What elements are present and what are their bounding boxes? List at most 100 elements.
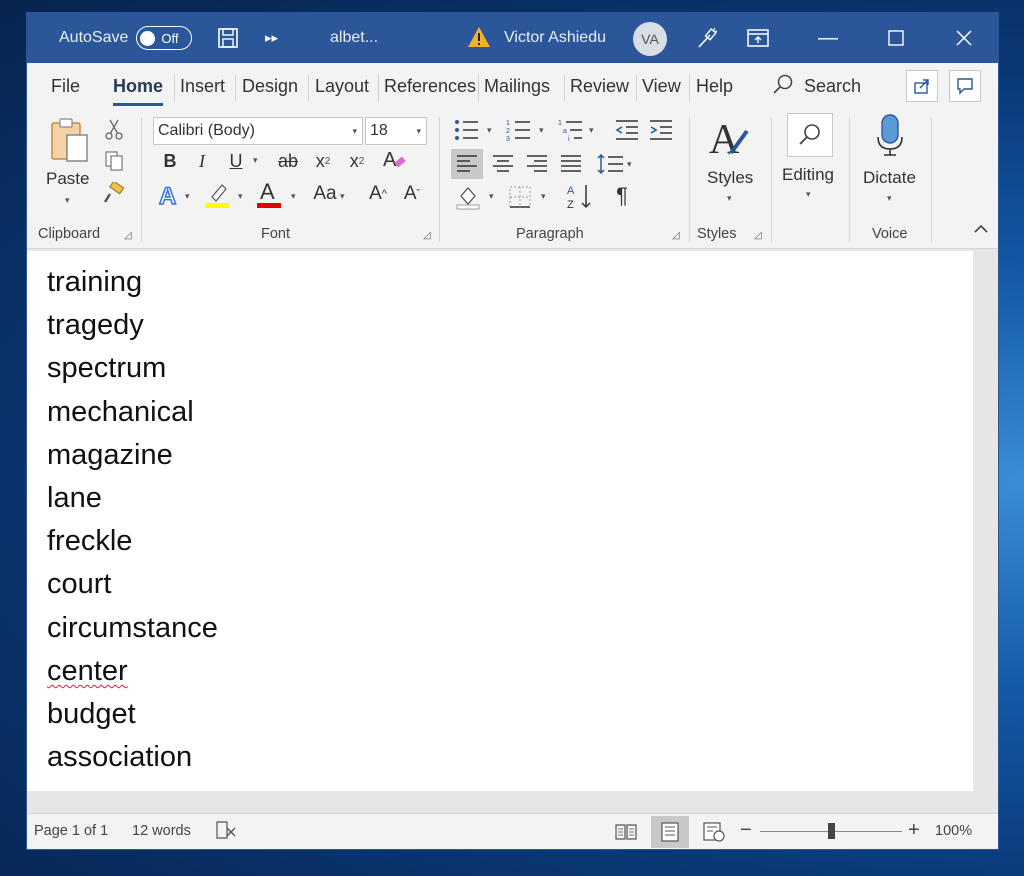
styles-launcher-icon[interactable]: ◿	[754, 230, 762, 241]
underline-icon[interactable]: U	[225, 149, 247, 173]
grow-font-icon[interactable]: A ^	[365, 181, 391, 207]
more-commands-icon[interactable]: ▸▸	[265, 26, 278, 50]
tab-home[interactable]: Home	[113, 76, 164, 106]
copy-icon[interactable]	[103, 149, 125, 173]
justify-icon[interactable]	[555, 149, 587, 179]
vertical-scrollbar[interactable]	[973, 249, 998, 814]
word-count[interactable]: 12 words	[132, 823, 191, 839]
autosave-toggle[interactable]: Off	[136, 26, 193, 50]
tab-layout[interactable]: Layout	[315, 76, 369, 97]
align-center-icon[interactable]	[487, 149, 519, 179]
increase-indent-icon[interactable]	[647, 117, 675, 143]
tab-references[interactable]: References	[384, 76, 476, 97]
change-case-dropdown-icon[interactable]: ▾	[340, 191, 345, 202]
document-line[interactable]: magazine	[47, 434, 218, 477]
bullets-dropdown-icon[interactable]: ▾	[487, 125, 492, 136]
proofing-icon[interactable]	[215, 820, 237, 844]
tab-mailings[interactable]: Mailings	[484, 76, 550, 97]
zoom-out-button[interactable]: −	[740, 819, 752, 842]
microphone-icon[interactable]	[875, 113, 905, 163]
editing-dropdown-icon[interactable]: ▾	[806, 189, 811, 200]
warning-icon[interactable]	[467, 26, 491, 53]
bullets-icon[interactable]	[453, 117, 481, 143]
clipboard-launcher-icon[interactable]: ◿	[124, 230, 132, 241]
superscript-icon[interactable]: x2	[345, 149, 369, 173]
clear-formatting-icon[interactable]: A	[381, 147, 409, 173]
borders-dropdown-icon[interactable]: ▾	[541, 191, 546, 202]
shrink-font-icon[interactable]: Aˇ	[399, 181, 425, 207]
dictate-dropdown-icon[interactable]: ▾	[887, 193, 892, 204]
line-spacing-dropdown-icon[interactable]: ▾	[627, 159, 632, 170]
zoom-slider-thumb[interactable]	[828, 823, 835, 839]
search-box[interactable]: Search	[772, 73, 861, 100]
print-layout-icon[interactable]	[651, 816, 689, 848]
line-spacing-icon[interactable]	[595, 149, 627, 179]
show-formatting-icon[interactable]: ¶	[609, 181, 635, 211]
document-line[interactable]: spectrum	[47, 347, 218, 390]
save-icon[interactable]	[217, 26, 239, 50]
zoom-level[interactable]: 100%	[935, 823, 972, 839]
share-button[interactable]	[906, 70, 938, 102]
font-size-dropdown[interactable]: 18 ▾	[365, 117, 427, 145]
minimize-button[interactable]: —	[805, 13, 851, 63]
paste-icon[interactable]	[49, 117, 93, 165]
document-line[interactable]: association	[47, 736, 218, 779]
close-button[interactable]	[941, 13, 987, 63]
document-line[interactable]: training	[47, 261, 218, 304]
ribbon-display-icon[interactable]	[747, 26, 769, 50]
styles-dropdown-icon[interactable]: ▾	[727, 193, 732, 204]
numbering-icon[interactable]: 123	[505, 117, 533, 143]
dictate-button-label[interactable]: Dictate	[863, 168, 916, 188]
text-effects-icon[interactable]: A	[155, 181, 185, 209]
font-color-dropdown-icon[interactable]: ▾	[291, 191, 296, 202]
read-mode-icon[interactable]	[607, 816, 645, 848]
document-page[interactable]: training tragedy spectrum mechanical magazin…	[27, 251, 973, 791]
format-painter-icon[interactable]	[101, 181, 127, 207]
web-layout-icon[interactable]	[695, 816, 733, 848]
document-line[interactable]: circumstance	[47, 607, 218, 650]
font-launcher-icon[interactable]: ◿	[423, 230, 431, 241]
highlight-icon[interactable]	[203, 179, 231, 209]
shading-dropdown-icon[interactable]: ▾	[489, 191, 494, 202]
tab-help[interactable]: Help	[696, 76, 733, 97]
editing-search-icon[interactable]	[787, 113, 833, 157]
tab-review[interactable]: Review	[570, 76, 629, 97]
collapse-ribbon-icon[interactable]	[971, 219, 991, 239]
highlight-dropdown-icon[interactable]: ▾	[238, 191, 243, 202]
sort-icon[interactable]: AZ	[565, 181, 595, 211]
align-right-icon[interactable]	[521, 149, 553, 179]
align-left-icon[interactable]	[451, 149, 483, 179]
styles-icon[interactable]: A	[707, 113, 755, 163]
paragraph-launcher-icon[interactable]: ◿	[672, 230, 680, 241]
zoom-in-button[interactable]: +	[908, 819, 920, 842]
tab-design[interactable]: Design	[242, 76, 298, 97]
strikethrough-icon[interactable]: ab	[273, 149, 303, 173]
document-line[interactable]: mechanical	[47, 391, 218, 434]
borders-icon[interactable]	[505, 183, 535, 211]
multilevel-list-icon[interactable]: 1ai	[557, 117, 587, 143]
tab-file[interactable]: File	[51, 76, 80, 97]
editing-button-label[interactable]: Editing	[782, 165, 834, 185]
italic-icon[interactable]: I	[191, 149, 213, 173]
paste-dropdown-icon[interactable]: ▾	[65, 195, 70, 206]
numbering-dropdown-icon[interactable]: ▾	[539, 125, 544, 136]
subscript-icon[interactable]: x2	[311, 149, 335, 173]
tab-view[interactable]: View	[642, 76, 681, 97]
document-text[interactable]: training tragedy spectrum mechanical magazin…	[47, 261, 218, 779]
tab-insert[interactable]: Insert	[180, 76, 225, 97]
document-line[interactable]: court	[47, 563, 218, 606]
page-count[interactable]: Page 1 of 1	[34, 823, 108, 839]
document-line[interactable]: freckle	[47, 520, 218, 563]
shading-icon[interactable]	[453, 183, 483, 211]
font-name-dropdown[interactable]: Calibri (Body) ▾	[153, 117, 363, 145]
text-effects-dropdown-icon[interactable]: ▾	[185, 191, 190, 202]
user-name[interactable]: Victor Ashiedu	[504, 13, 606, 63]
paste-label[interactable]: Paste	[46, 169, 89, 189]
comments-button[interactable]	[949, 70, 981, 102]
document-line[interactable]: tragedy	[47, 304, 218, 347]
font-color-icon[interactable]: A	[255, 179, 283, 209]
document-line[interactable]: budget	[47, 693, 218, 736]
document-line[interactable]: lane	[47, 477, 218, 520]
change-case-icon[interactable]: Aa	[307, 181, 343, 207]
decrease-indent-icon[interactable]	[613, 117, 641, 143]
